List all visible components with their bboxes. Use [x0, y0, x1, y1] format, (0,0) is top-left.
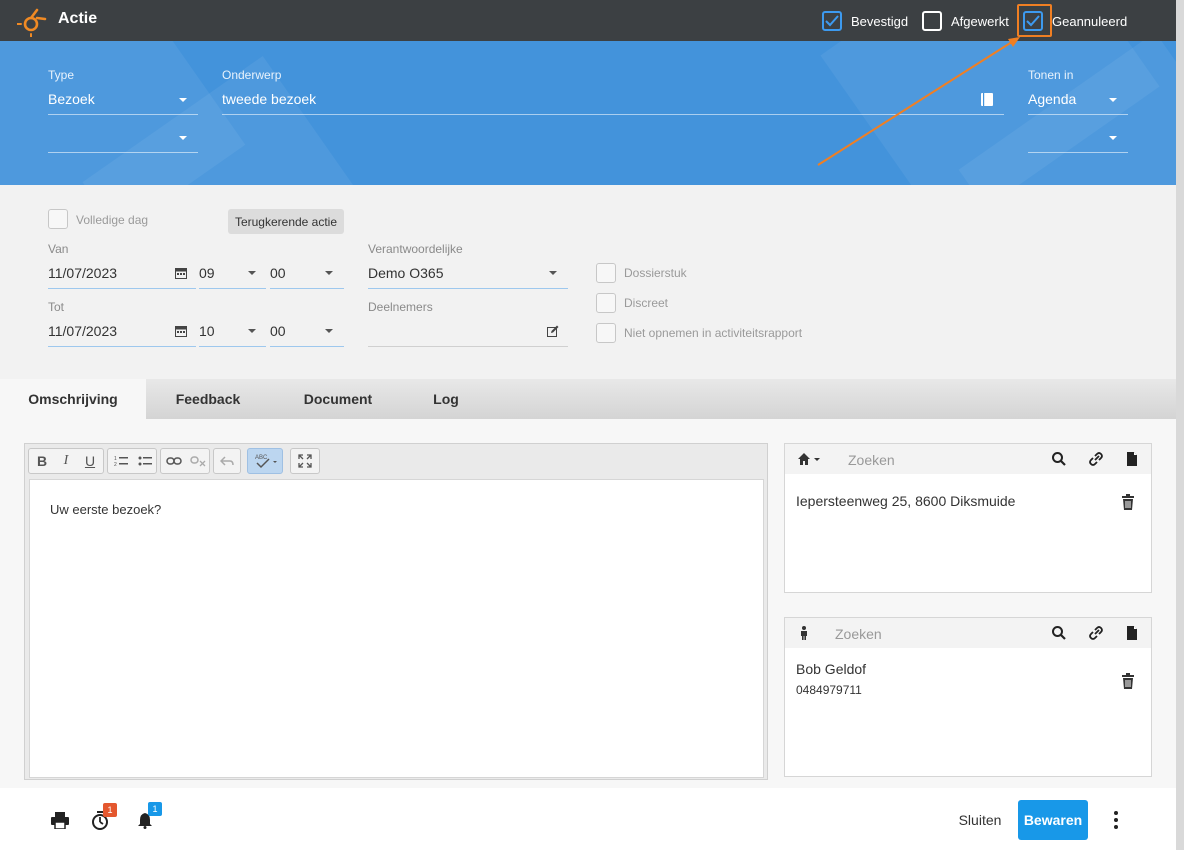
checkbox-checked-icon [822, 11, 842, 31]
subject-label: Onderwerp [222, 68, 282, 82]
responsible-label: Verantwoordelijke [368, 242, 463, 256]
to-date-input[interactable]: 11/07/2023 [48, 323, 117, 339]
afgewerkt-checkbox[interactable]: Afgewerkt [922, 11, 1009, 31]
chevron-down-icon [179, 136, 187, 140]
recurring-action-button[interactable]: Terugkerende actie [228, 209, 344, 234]
responsible-select[interactable]: Demo O365 [368, 265, 443, 281]
from-label: Van [48, 242, 69, 256]
afgewerkt-label: Afgewerkt [951, 13, 1009, 29]
address-text: Iepersteenweg 25, 8600 Diksmuide [796, 493, 1016, 509]
link-icon[interactable] [163, 449, 185, 473]
chevron-down-icon [325, 271, 333, 275]
search-icon[interactable] [1051, 625, 1067, 641]
subtype-select[interactable] [48, 129, 198, 147]
to-hour-select[interactable]: 10 [199, 323, 215, 339]
undo-icon[interactable] [216, 449, 238, 473]
show-in-label: Tonen in [1028, 68, 1074, 82]
show-in-select[interactable]: Agenda [1028, 91, 1076, 107]
participants-input[interactable] [368, 323, 538, 341]
tab-bar: Omschrijving Feedback Document Log [0, 379, 1176, 419]
chevron-down-icon [248, 329, 256, 333]
type-select[interactable]: Bezoek [48, 91, 95, 107]
calendar-icon[interactable] [175, 267, 187, 279]
contact-name: Bob Geldof [796, 661, 867, 677]
contact-phone: 0484979711 [796, 683, 862, 697]
maximize-icon[interactable] [294, 449, 316, 473]
rich-text-editor: B I U 12 ABC Uw eerste bezoek? [24, 443, 768, 780]
trash-icon[interactable] [1121, 494, 1135, 510]
more-options-icon[interactable] [1112, 810, 1120, 830]
chevron-down-icon [248, 271, 256, 275]
underline-icon[interactable]: U [79, 449, 101, 473]
chevron-down-icon [1109, 98, 1117, 102]
link-icon[interactable] [1088, 451, 1104, 467]
form-area [0, 185, 1176, 380]
tab-document[interactable]: Document [270, 379, 406, 419]
chevron-down-icon [549, 271, 557, 275]
editor-body[interactable]: Uw eerste bezoek? [29, 479, 764, 778]
address-search-input[interactable]: Zoeken [848, 452, 895, 468]
bullet-list-icon[interactable] [134, 449, 156, 473]
chevron-down-icon [179, 98, 187, 102]
editor-text: Uw eerste bezoek? [50, 502, 162, 517]
print-icon[interactable] [51, 812, 69, 829]
discreet-checkbox[interactable] [596, 293, 616, 313]
from-date-input[interactable]: 11/07/2023 [48, 265, 117, 281]
to-minute-select[interactable]: 00 [270, 323, 286, 339]
checkbox-checked-icon [1023, 11, 1043, 31]
close-button[interactable]: Sluiten [952, 800, 1008, 840]
from-hour-select[interactable]: 09 [199, 265, 215, 281]
editor-toolbar: B I U 12 ABC [25, 444, 767, 478]
participants-label: Deelnemers [368, 300, 433, 314]
dossierstuk-checkbox[interactable] [596, 263, 616, 283]
exclude-report-checkbox[interactable] [596, 323, 616, 343]
timer-badge: 1 [103, 803, 117, 817]
ordered-list-icon[interactable]: 12 [110, 449, 132, 473]
geannuleerd-label: Geannuleerd [1052, 13, 1128, 29]
tab-omschrijving[interactable]: Omschrijving [0, 379, 146, 419]
edit-icon[interactable] [547, 325, 559, 337]
calendar-icon[interactable] [175, 325, 187, 337]
type-label: Type [48, 68, 75, 82]
svg-text:ABC: ABC [255, 455, 268, 461]
subject-input[interactable]: tweede bezoek [222, 91, 316, 107]
tab-log[interactable]: Log [406, 379, 486, 419]
bold-icon[interactable]: B [31, 449, 53, 473]
svg-text:2: 2 [114, 462, 117, 467]
from-minute-select[interactable]: 00 [270, 265, 286, 281]
new-document-icon[interactable] [1124, 451, 1140, 467]
scrollbar[interactable] [1176, 0, 1184, 850]
full-day-checkbox[interactable] [48, 209, 68, 229]
italic-icon[interactable]: I [55, 449, 77, 473]
person-icon [801, 626, 807, 640]
app-logo-icon [17, 8, 47, 37]
contact-panel: Zoeken Bob Geldof 0484979711 [784, 617, 1152, 777]
chevron-down-icon [325, 329, 333, 333]
geannuleerd-checkbox[interactable]: Geannuleerd [1023, 11, 1127, 31]
discreet-label: Discreet [624, 296, 669, 310]
to-label: Tot [48, 300, 65, 314]
unlink-icon[interactable] [187, 449, 209, 473]
save-button[interactable]: Bewaren [1018, 800, 1088, 840]
trash-icon[interactable] [1121, 673, 1135, 689]
chevron-down-icon [1109, 136, 1117, 140]
tab-feedback[interactable]: Feedback [146, 379, 270, 419]
contact-search-input[interactable]: Zoeken [835, 626, 882, 642]
home-dropdown-icon[interactable] [797, 452, 823, 466]
exclude-report-label: Niet opnemen in activiteitsrapport [624, 326, 803, 340]
full-day-label: Volledige dag [76, 213, 149, 227]
checkbox-unchecked-icon [922, 11, 942, 31]
notification-badge: 1 [148, 802, 162, 816]
search-icon[interactable] [1051, 451, 1067, 467]
link-icon[interactable] [1088, 625, 1104, 641]
bevestigd-label: Bevestigd [851, 13, 909, 29]
address-panel: Zoeken Iepersteenweg 25, 8600 Diksmuide [784, 443, 1152, 593]
new-document-icon[interactable] [1124, 625, 1140, 641]
dossierstuk-label: Dossierstuk [624, 266, 687, 280]
annotation-arrow [817, 37, 1020, 166]
app-title: Actie [58, 10, 98, 27]
bevestigd-checkbox[interactable]: Bevestigd [822, 11, 908, 31]
spellcheck-icon[interactable]: ABC [251, 449, 281, 473]
